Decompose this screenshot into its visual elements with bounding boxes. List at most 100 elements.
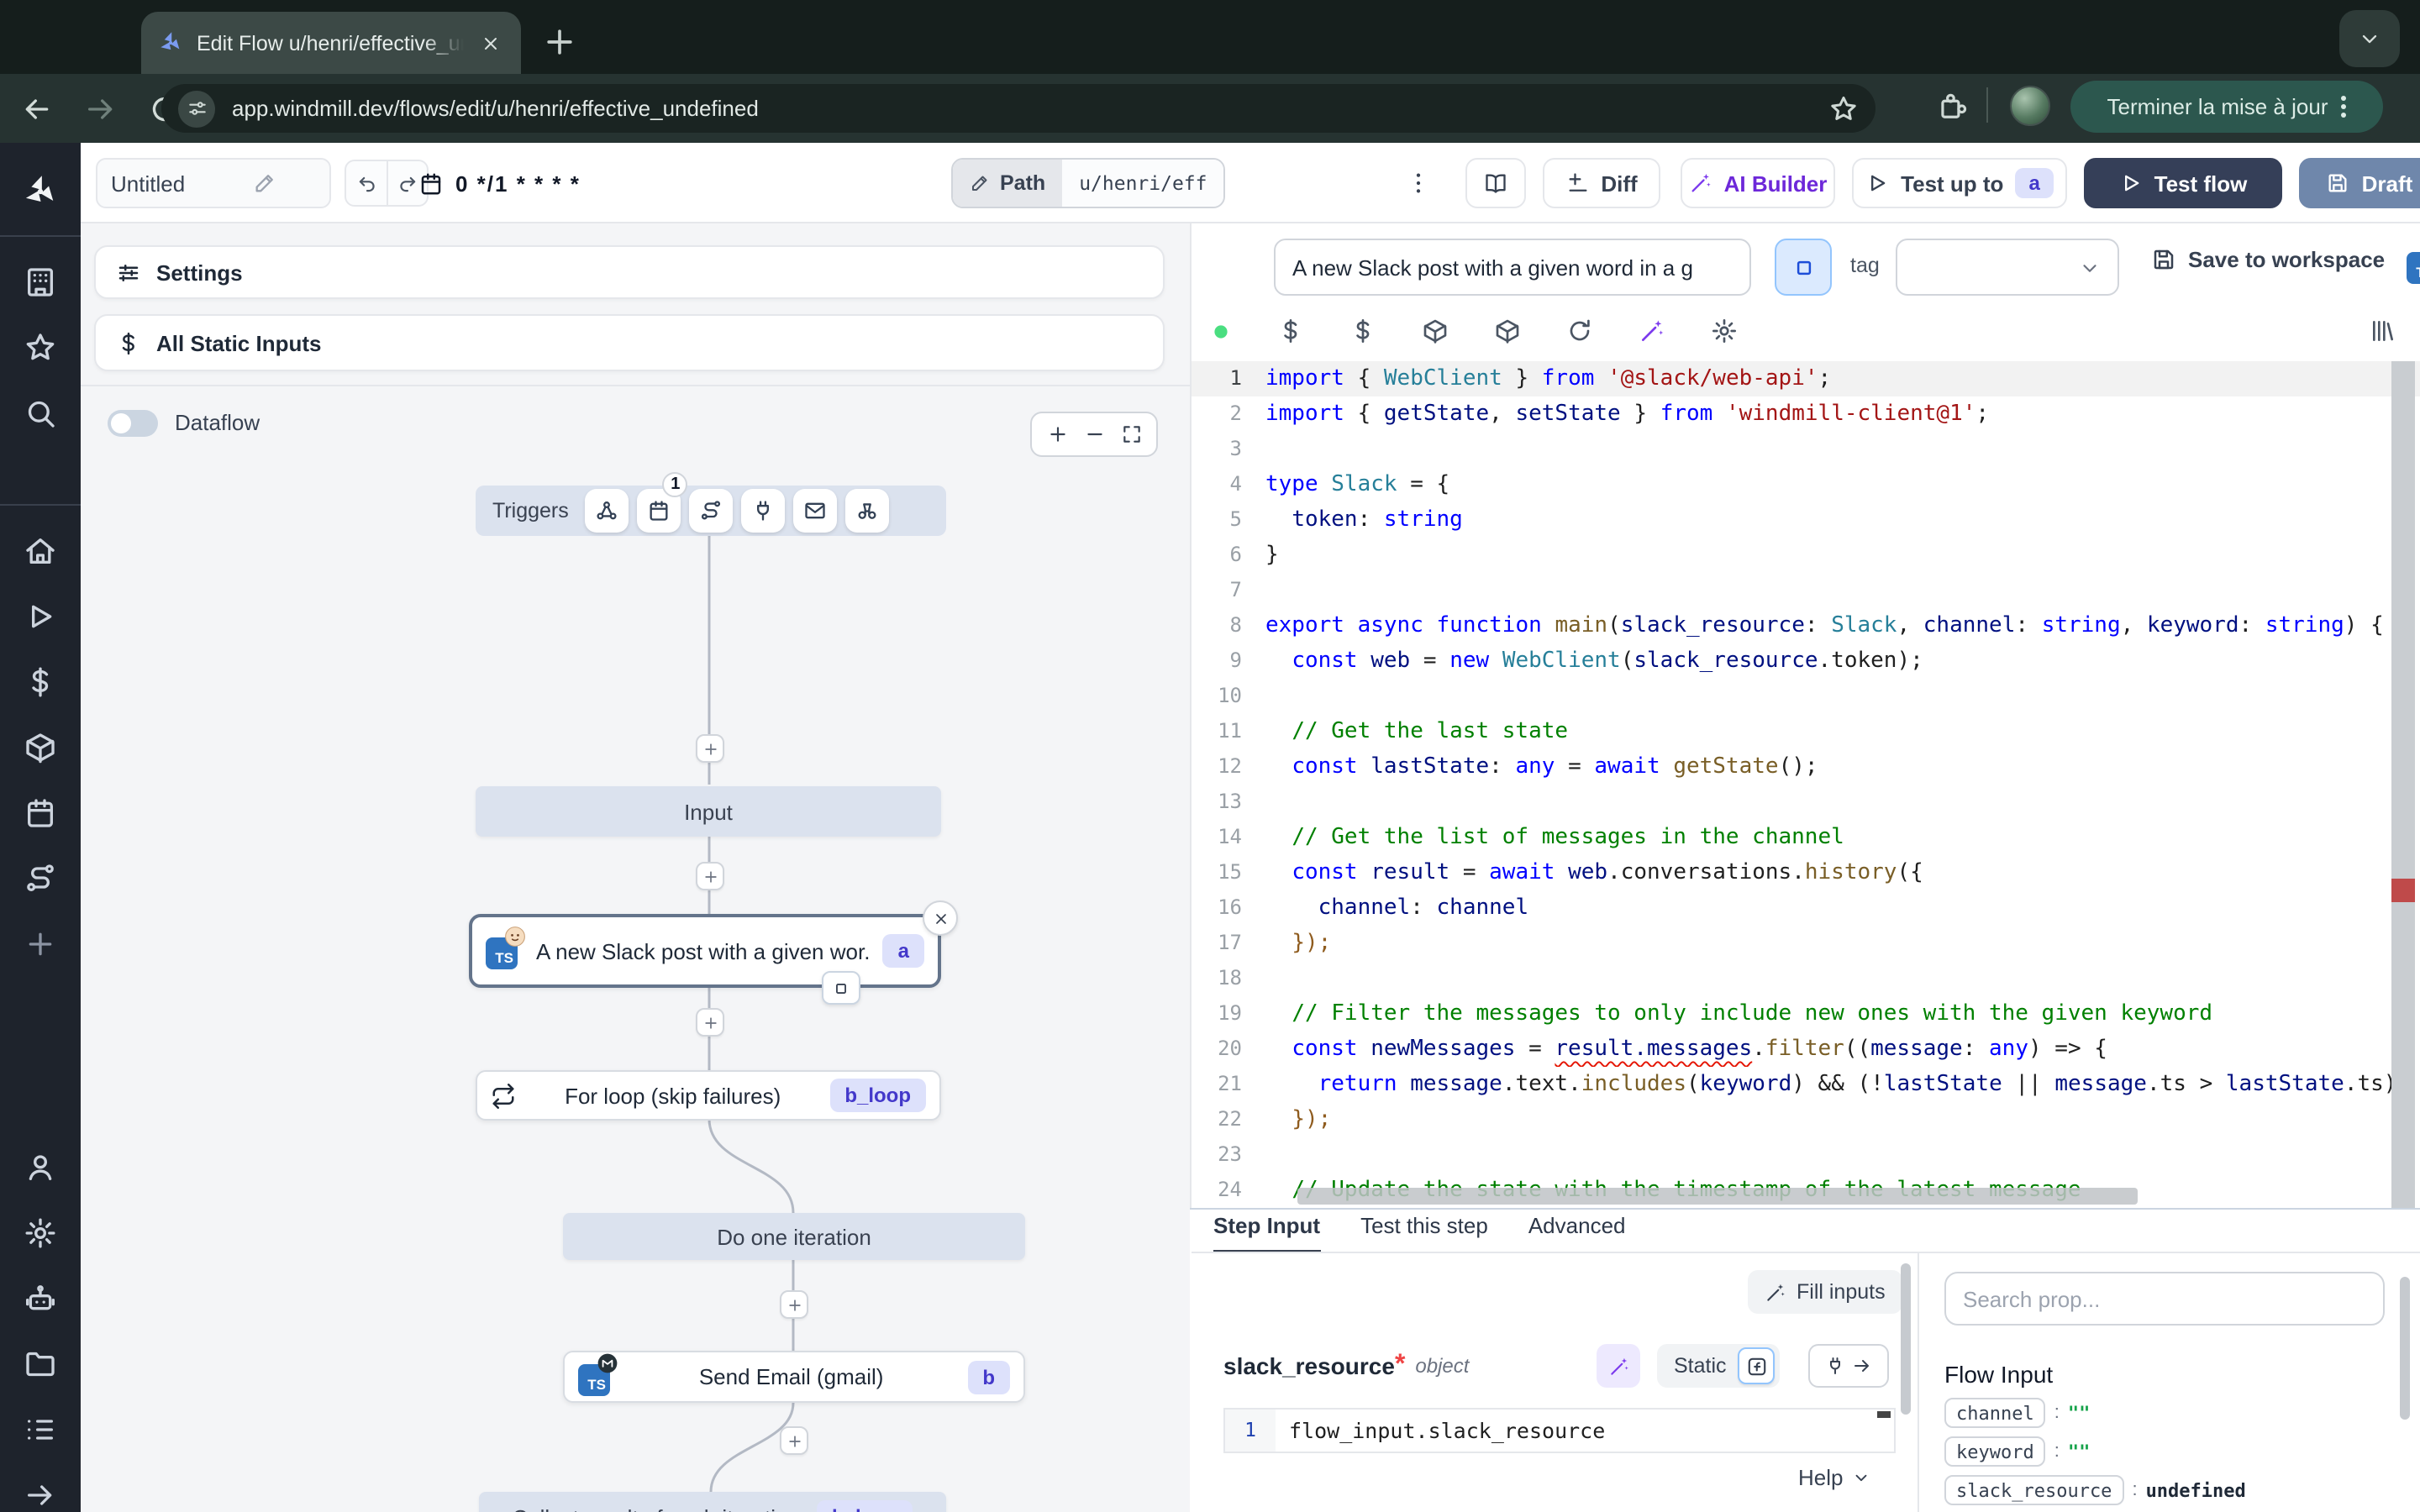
panel-scrollbar[interactable] <box>1901 1263 1911 1415</box>
tab-step-input[interactable]: Step Input <box>1213 1213 1320 1253</box>
sidebar-item-home[interactable] <box>24 534 57 568</box>
code-editor[interactable]: 1import { WebClient } from '@slack/web-a… <box>1192 361 2420 1208</box>
flow-input-prop-channel[interactable]: channel:"" <box>1944 1398 2246 1428</box>
sidebar-item-expand[interactable] <box>24 1478 57 1512</box>
tag-select[interactable] <box>1896 239 2119 296</box>
chrome-update-button[interactable]: Terminer la mise à jour <box>2070 81 2383 133</box>
editor-horizontal-scrollbar[interactable] <box>1297 1188 2138 1205</box>
package-icon[interactable] <box>1422 318 1449 344</box>
tab-close-icon[interactable] <box>477 29 504 56</box>
code-line[interactable]: 20 const newMessages = result.messages.f… <box>1192 1032 2420 1067</box>
sidebar-item-settings[interactable] <box>24 1216 57 1250</box>
add-step-button[interactable] <box>780 1290 808 1319</box>
script-summary-input[interactable]: A new Slack post with a given word in a … <box>1274 239 1751 296</box>
code-line[interactable]: 18 <box>1192 961 2420 996</box>
flow-graph-canvas[interactable]: Triggers 1 Input TS A new Slack post wit… <box>81 385 1190 1512</box>
ai-fill-button[interactable] <box>1597 1344 1640 1388</box>
poll-trigger[interactable] <box>846 489 890 533</box>
code-line[interactable]: 2import { getState, setState } from 'win… <box>1192 396 2420 432</box>
all-static-inputs-card[interactable]: All Static Inputs <box>94 314 1165 371</box>
code-line[interactable]: 4type Slack = { <box>1192 467 2420 502</box>
http-route-trigger[interactable] <box>690 489 734 533</box>
help-button[interactable]: Help <box>1798 1465 1870 1490</box>
code-line[interactable]: 1import { WebClient } from '@slack/web-a… <box>1192 361 2420 396</box>
url-bar[interactable]: app.windmill.dev/flows/edit/u/henri/effe… <box>161 84 1876 133</box>
sidebar-item-favorites[interactable] <box>24 331 57 365</box>
code-line[interactable]: 19 // Filter the messages to only includ… <box>1192 996 2420 1032</box>
code-line[interactable]: 21 return message.text.includes(keyword)… <box>1192 1067 2420 1102</box>
delete-step-button[interactable] <box>923 900 958 936</box>
sidebar-item-workspace[interactable] <box>24 265 57 299</box>
code-line[interactable]: 12 const lastState: any = await getState… <box>1192 749 2420 785</box>
browser-tab[interactable]: Edit Flow u/henri/effective_un <box>141 12 521 74</box>
path-control[interactable]: Path u/henri/eff <box>951 158 1226 208</box>
code-line[interactable]: 22 }); <box>1192 1102 2420 1137</box>
code-line[interactable]: 13 <box>1192 785 2420 820</box>
test-flow-button[interactable]: Test flow <box>2084 158 2282 208</box>
sidebar-item-workers[interactable] <box>24 1282 57 1315</box>
code-line[interactable]: 6} <box>1192 538 2420 573</box>
add-step-button[interactable] <box>696 862 724 890</box>
tab-search-button[interactable] <box>2339 10 2400 67</box>
forward-button[interactable] <box>84 92 118 125</box>
flow-node-collect-result[interactable]: Collect result of each iteration b_loop <box>479 1492 946 1512</box>
props-scrollbar[interactable] <box>2400 1277 2410 1420</box>
add-step-button[interactable] <box>696 1008 724 1037</box>
code-line[interactable]: 5 token: string <box>1192 502 2420 538</box>
new-tab-button[interactable] <box>541 24 578 60</box>
flow-node-forloop[interactable]: For loop (skip failures) b_loop <box>476 1070 941 1121</box>
site-settings-icon[interactable] <box>178 90 215 127</box>
webhook-trigger[interactable] <box>586 489 629 533</box>
schedule-cron[interactable]: 0 */1 * * * * <box>418 160 581 207</box>
static-inputs-icon[interactable] <box>1349 318 1376 344</box>
sidebar-item-folders[interactable] <box>24 1347 57 1381</box>
static-expr-toggle[interactable]: Static <box>1657 1344 1781 1388</box>
code-line[interactable]: 9 const web = new WebClient(slack_resour… <box>1192 643 2420 679</box>
status-dot[interactable] <box>1210 320 1232 342</box>
code-line[interactable]: 10 <box>1192 679 2420 714</box>
tab-test-this-step[interactable]: Test this step <box>1360 1213 1488 1253</box>
add-step-button[interactable] <box>696 734 724 763</box>
fill-inputs-button[interactable]: Fill inputs <box>1748 1270 1902 1314</box>
sidebar-item-schedules[interactable] <box>24 796 57 830</box>
code-line[interactable]: 23 <box>1192 1137 2420 1173</box>
sidebar-item-variables[interactable] <box>24 665 57 699</box>
settings-card[interactable]: Settings <box>94 245 1165 299</box>
code-line[interactable]: 11 // Get the last state <box>1192 714 2420 749</box>
kebab-menu-icon[interactable] <box>2342 96 2347 118</box>
back-button[interactable] <box>20 92 54 125</box>
add-step-button[interactable] <box>780 1426 808 1455</box>
more-menu-button[interactable] <box>1405 163 1432 203</box>
sidebar-item-runs[interactable] <box>24 600 57 633</box>
ai-builder-button[interactable]: AI Builder <box>1681 158 1835 208</box>
editor-settings-icon[interactable] <box>1711 318 1738 344</box>
sidebar-item-search[interactable] <box>24 396 57 430</box>
flow-node-do-one-iteration[interactable]: Do one iteration <box>563 1213 1025 1260</box>
bookmark-star-icon[interactable] <box>1828 93 1859 123</box>
draft-button[interactable]: Draft <box>2299 158 2420 208</box>
sidebar-item-account[interactable] <box>24 1151 57 1184</box>
library-icon[interactable] <box>2370 318 2396 344</box>
profile-avatar[interactable] <box>2010 86 2050 126</box>
extensions-icon[interactable] <box>1936 89 1968 121</box>
docs-button[interactable] <box>1465 158 1526 208</box>
undo-button[interactable] <box>346 161 387 205</box>
expression-editor[interactable]: 1 flow_input.slack_resource <box>1223 1408 1896 1453</box>
flow-node-input[interactable]: Input <box>476 786 941 837</box>
schedule-trigger[interactable]: 1 <box>638 489 681 533</box>
ai-wand-icon[interactable] <box>1639 318 1665 344</box>
sidebar-item-routes[interactable] <box>24 862 57 895</box>
variables-icon[interactable] <box>1277 318 1304 344</box>
sidebar-item-add[interactable] <box>24 927 57 961</box>
websocket-trigger[interactable] <box>742 489 786 533</box>
flow-name-input[interactable]: Untitled <box>96 158 331 208</box>
code-line[interactable]: 17 }); <box>1192 926 2420 961</box>
code-line[interactable]: 8export async function main(slack_resour… <box>1192 608 2420 643</box>
expr-mode-button[interactable] <box>1739 1347 1776 1384</box>
flow-input-prop-slack_resource[interactable]: slack_resource:undefined <box>1944 1475 2246 1505</box>
tab-advanced[interactable]: Advanced <box>1528 1213 1626 1253</box>
sidebar-item-resources[interactable] <box>24 731 57 764</box>
flow-input-prop-keyword[interactable]: keyword:"" <box>1944 1436 2246 1467</box>
flow-node-slack-step[interactable]: TS A new Slack post with a given wor... … <box>469 914 941 988</box>
code-line[interactable]: 15 const result = await web.conversation… <box>1192 855 2420 890</box>
